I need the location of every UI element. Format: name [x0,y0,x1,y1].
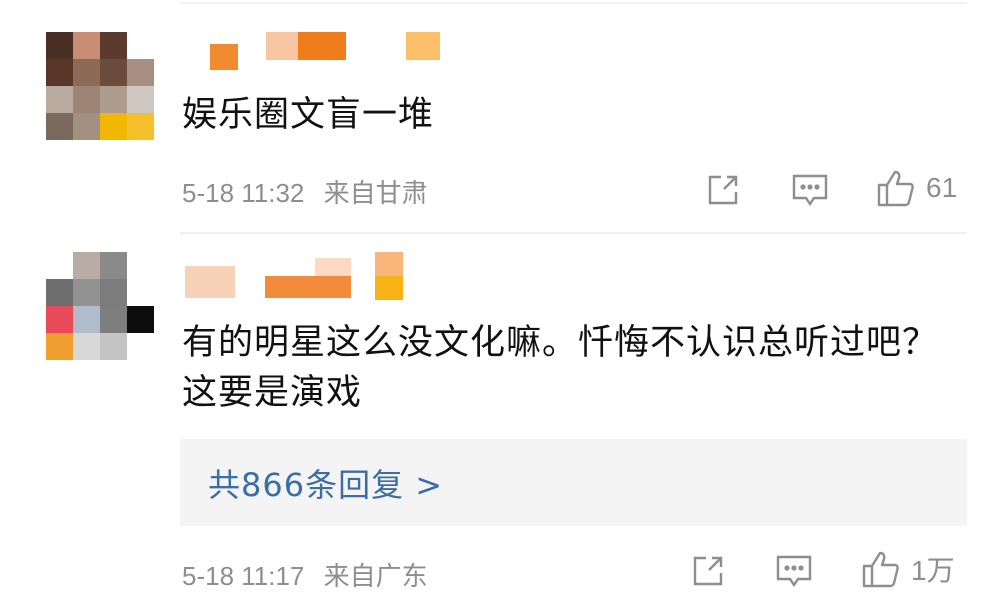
comment-location: 来自广东 [323,561,428,591]
replies-label: 共866条回复 > [208,465,444,504]
comment-divider [180,232,967,234]
username-blurred[interactable] [210,32,440,72]
like-button[interactable]: 61 [876,168,957,208]
share-icon [693,556,723,586]
like-button[interactable]: 1万 [861,549,955,589]
comment-text: 有的明星这么没文化嘛。忏悔不认识总听过吧？这要是演戏 [182,323,939,413]
like-count: 61 [926,172,958,203]
comment-time: 5-18 11:32 [182,178,305,208]
top-divider [180,2,967,4]
comment-icon [792,174,828,207]
avatar[interactable] [46,252,154,360]
comment-button[interactable] [791,172,829,208]
thumbs-up-icon [877,170,914,207]
like-count: 1万 [911,555,955,586]
comment-button[interactable] [775,553,813,589]
avatar[interactable] [46,32,154,140]
comment-meta: 5-18 11:17 来自广东 [182,556,428,593]
share-button[interactable] [705,172,741,208]
thumbs-up-icon [862,551,899,588]
comment-time: 5-18 11:17 [182,561,305,591]
replies-link[interactable]: 共866条回复 > [180,439,967,526]
comment-icon [776,555,812,588]
username-blurred[interactable] [185,252,410,300]
comment-text: 娱乐圈文盲一堆 [182,95,435,135]
share-icon [708,175,738,205]
comment-location: 来自甘肃 [323,178,428,208]
comment-meta: 5-18 11:32 来自甘肃 [182,173,428,210]
share-button[interactable] [690,553,726,589]
